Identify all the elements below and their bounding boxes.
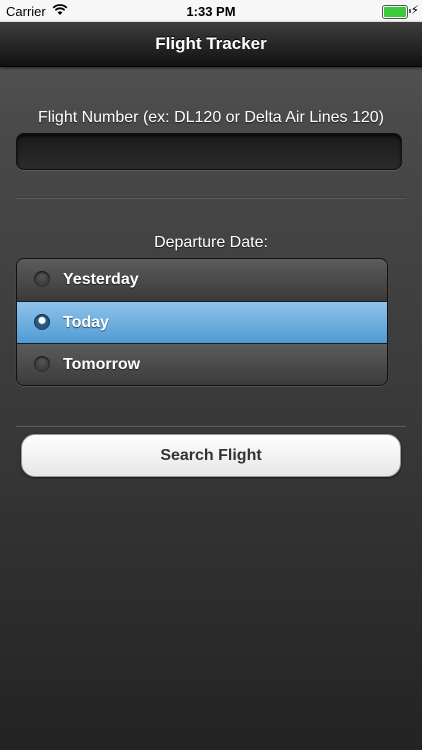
radio-label: Yesterday (63, 271, 139, 288)
radio-button-icon[interactable] (34, 271, 50, 287)
divider (16, 425, 406, 427)
status-time: 1:33 PM (186, 4, 236, 19)
radio-button-icon[interactable] (34, 356, 50, 372)
radio-label: Today (63, 314, 109, 331)
radio-option-today[interactable]: Today (17, 301, 387, 344)
battery-icon (382, 5, 408, 19)
radio-option-yesterday[interactable]: Yesterday (17, 259, 387, 301)
departure-date-label: Departure Date: (154, 234, 268, 251)
charging-bolt-icon: ⚡ (410, 3, 419, 17)
flight-number-input[interactable] (16, 133, 402, 170)
navigation-bar: Flight Tracker (0, 22, 422, 67)
radio-button-selected-icon[interactable] (34, 314, 50, 330)
search-flight-button[interactable]: Search Flight (21, 434, 401, 477)
page-title: Flight Tracker (155, 34, 267, 53)
flight-number-label: Flight Number (ex: DL120 or Delta Air Li… (38, 109, 384, 126)
radio-label: Tomorrow (63, 356, 141, 373)
radio-option-tomorrow[interactable]: Tomorrow (17, 343, 387, 385)
departure-date-radio-group: Yesterday Today Tomorrow (16, 258, 388, 386)
divider (16, 197, 406, 199)
status-bar: Carrier 1:33 PM ⚡ (0, 0, 422, 22)
